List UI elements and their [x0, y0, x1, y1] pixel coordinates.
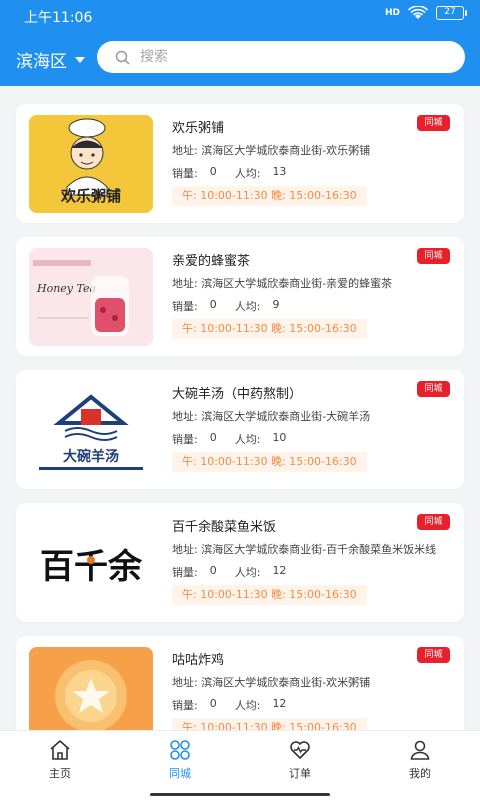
sales-label: 销量:	[172, 300, 198, 313]
search-icon	[115, 50, 130, 65]
sales-value: 0	[209, 431, 217, 444]
sales-label: 销量:	[172, 699, 198, 712]
business-hours: 午: 10:00-11:30 晚: 15:00-16:30	[172, 585, 367, 605]
business-hours: 午: 10:00-11:30 晚: 15:00-16:30	[172, 452, 367, 472]
sales-value: 0	[209, 298, 217, 311]
shop-card[interactable]: Honey Tea 亲爱的蜂蜜茶 地址: 滨海区大学城欣泰商业街-亲爱的蜂蜜茶 …	[16, 237, 464, 356]
avg-price-value: 9	[272, 298, 280, 311]
shop-logo: Honey Tea	[29, 248, 153, 346]
shop-stats: 销量: 0 人均: 10	[172, 431, 304, 447]
logo-text: 百千余	[40, 547, 143, 587]
network-icon: HD	[384, 7, 400, 18]
shop-name[interactable]: 欢乐粥铺	[172, 117, 224, 136]
shop-name[interactable]: 咕咕炸鸡	[172, 649, 224, 668]
avg-price-label: 人均:	[234, 300, 261, 313]
avg-price-value: 13	[272, 165, 287, 178]
shop-logo: 欢乐粥铺	[29, 115, 153, 213]
tab-city-label: 同城	[169, 767, 191, 780]
shop-stats: 销量: 0 人均: 12	[172, 564, 304, 580]
business-hours: 午: 10:00-11:30 晚: 15:00-16:30	[172, 718, 367, 730]
sales-value: 0	[209, 697, 217, 710]
shop-logo	[29, 647, 153, 730]
status-icons: HD 27	[384, 6, 467, 20]
business-hours: 午: 10:00-11:30 晚: 15:00-16:30	[172, 319, 367, 339]
logo-text: Honey Tea	[36, 282, 96, 295]
shop-list[interactable]: 欢乐粥铺 欢乐粥铺 地址: 滨海区大学城欣泰商业街-欢乐粥铺 销量: 0 人均:…	[0, 86, 480, 730]
avg-price-label: 人均:	[234, 566, 261, 579]
business-hours: 午: 10:00-11:30 晚: 15:00-16:30	[172, 186, 367, 206]
home-indicator[interactable]	[150, 793, 330, 796]
shop-card[interactable]: 咕咕炸鸡 地址: 滨海区大学城欣泰商业街-欢米粥铺 销量: 0 人均: 12 午…	[16, 636, 464, 730]
shop-name[interactable]: 百千余酸菜鱼米饭	[172, 516, 276, 535]
avg-price-label: 人均:	[234, 167, 261, 180]
avg-price-value: 12	[272, 564, 287, 577]
shop-address: 地址: 滨海区大学城欣泰商业街-百千余酸菜鱼米饭米线	[172, 543, 437, 556]
shop-stats: 销量: 0 人均: 9	[172, 298, 297, 314]
bottom-tab-bar: 主页 同城 订单 我的	[0, 730, 480, 800]
shop-address: 地址: 滨海区大学城欣泰商业街-大碗羊汤	[172, 410, 371, 423]
avg-price-value: 10	[272, 431, 287, 444]
avg-price-value: 12	[272, 697, 287, 710]
avg-price-label: 人均:	[234, 433, 261, 446]
sales-label: 销量:	[172, 566, 198, 579]
wifi-icon	[408, 6, 428, 19]
tab-profile-label: 我的	[409, 767, 431, 780]
shop-address: 地址: 滨海区大学城欣泰商业街-欢米粥铺	[172, 676, 371, 689]
chevron-down-icon	[75, 56, 85, 63]
app-header: 上午11:06 HD 27 滨海区	[0, 0, 480, 86]
tab-orders[interactable]: 订单	[240, 731, 360, 800]
shop-name[interactable]: 亲爱的蜂蜜茶	[172, 250, 250, 269]
same-city-badge: 同城	[417, 248, 450, 264]
logo-text: 欢乐粥铺	[60, 187, 121, 205]
profile-icon	[410, 740, 430, 760]
sales-label: 销量:	[172, 167, 198, 180]
shop-address: 地址: 滨海区大学城欣泰商业街-欢乐粥铺	[172, 144, 371, 157]
order-icon	[290, 741, 310, 759]
shop-logo: 大碗羊汤	[29, 381, 153, 479]
tab-home[interactable]: 主页	[0, 731, 120, 800]
shop-card[interactable]: 欢乐粥铺 欢乐粥铺 地址: 滨海区大学城欣泰商业街-欢乐粥铺 销量: 0 人均:…	[16, 104, 464, 223]
shop-name[interactable]: 大碗羊汤（中药熬制）	[172, 383, 302, 402]
shop-logo: 百千余	[29, 514, 153, 612]
tab-profile[interactable]: 我的	[360, 731, 480, 800]
same-city-badge: 同城	[417, 115, 450, 131]
shop-card[interactable]: 大碗羊汤 大碗羊汤（中药熬制） 地址: 滨海区大学城欣泰商业街-大碗羊汤 销量:…	[16, 370, 464, 489]
logo-text: 大碗羊汤	[63, 448, 119, 465]
search-input[interactable]	[140, 49, 440, 65]
location-label: 滨海区	[16, 52, 67, 72]
avg-price-label: 人均:	[234, 699, 261, 712]
sales-label: 销量:	[172, 433, 198, 446]
status-time: 上午11:06	[24, 10, 93, 26]
shop-address: 地址: 滨海区大学城欣泰商业街-亲爱的蜂蜜茶	[172, 277, 393, 290]
shop-card[interactable]: 百千余 百千余酸菜鱼米饭 地址: 滨海区大学城欣泰商业街-百千余酸菜鱼米饭米线 …	[16, 503, 464, 622]
same-city-badge: 同城	[417, 647, 450, 663]
tab-orders-label: 订单	[289, 767, 311, 780]
shop-stats: 销量: 0 人均: 13	[172, 165, 304, 181]
same-city-badge: 同城	[417, 514, 450, 530]
city-icon	[170, 740, 190, 760]
status-bar: 上午11:06 HD 27	[0, 0, 480, 30]
battery-icon: 27	[436, 6, 467, 20]
same-city-badge: 同城	[417, 381, 450, 397]
tab-city[interactable]: 同城	[120, 731, 240, 800]
sales-value: 0	[209, 165, 217, 178]
sales-value: 0	[209, 564, 217, 577]
shop-stats: 销量: 0 人均: 12	[172, 697, 304, 713]
tab-home-label: 主页	[49, 767, 71, 780]
home-icon	[50, 740, 70, 760]
location-selector[interactable]: 滨海区	[16, 47, 85, 72]
search-bar[interactable]	[97, 41, 465, 73]
